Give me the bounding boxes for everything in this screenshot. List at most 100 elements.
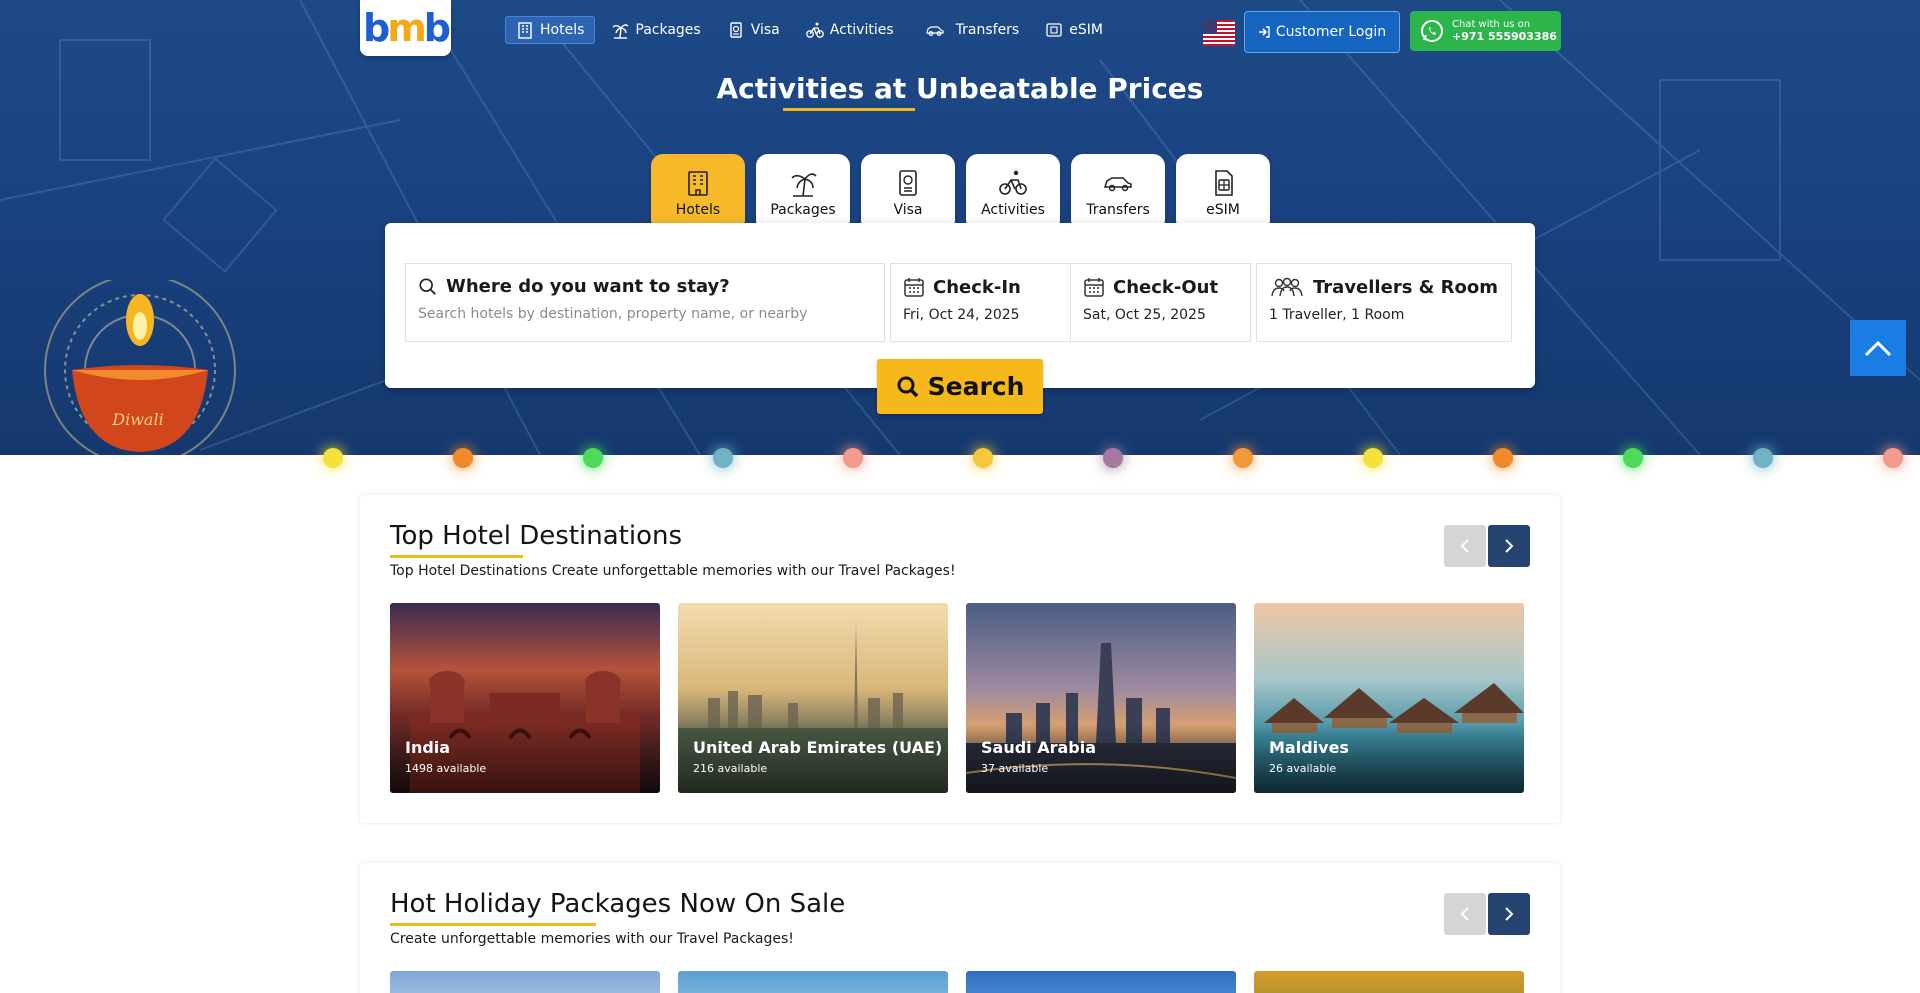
carousel-prev-button[interactable] [1444,893,1486,935]
light-bulb [713,448,733,468]
package-card[interactable] [966,971,1236,993]
palm-tree-icon [791,173,817,197]
passport-icon [899,170,917,196]
brand-logo[interactable]: bmb [360,0,451,56]
card-overlay [966,723,1236,793]
package-card[interactable] [678,971,948,993]
destination-card-india[interactable]: India 1498 available [390,603,660,793]
nav-item-label: Visa [750,22,780,38]
destination-name: Saudi Arabia [981,738,1097,757]
destination-label: Where do you want to stay? [446,276,730,297]
tab-label: Transfers [1086,202,1150,218]
car-icon [1103,177,1132,192]
destination-count: 1498 available [405,762,487,775]
hotel-icon [688,171,708,196]
travellers-label-row: Travellers & Room [1269,276,1499,298]
chevron-right-icon [1505,907,1514,921]
hero-title-underline [783,108,915,111]
tab-label: Packages [770,202,836,218]
nav-item-esim[interactable]: eSIM [1035,16,1113,44]
whatsapp-phone: +971 555903386 [1452,30,1557,43]
whatsapp-icon [1421,20,1443,42]
customer-login-button[interactable]: Customer Login [1244,11,1400,53]
nav-item-packages[interactable]: Packages [601,16,710,44]
hero-title: Activities at Unbeatable Prices [0,72,1920,111]
card-overlay [390,723,660,793]
chevron-right-icon [1505,539,1514,553]
card-overlay [1254,723,1524,793]
card-overlay [678,723,948,793]
nav-item-label: Hotels [540,22,585,38]
destination-name: India [405,738,451,757]
checkin-field[interactable]: Check-In Fri, Oct 24, 2025 [890,263,1071,342]
nav-item-hotels[interactable]: Hotels [505,16,596,44]
destination-card-saudi-arabia[interactable]: Saudi Arabia 37 available [966,603,1236,793]
tab-esim[interactable]: eSIM [1176,154,1270,230]
light-bulb [453,448,473,468]
section-subtitle: Top Hotel Destinations Create unforgetta… [390,563,956,579]
whatsapp-text: Chat with us on +971 555903386 [1452,19,1557,43]
tab-hotels[interactable]: Hotels [651,154,745,230]
light-bulb [1103,448,1123,468]
hotel-icon [518,22,532,39]
section-title: Top Hotel Destinations [390,521,683,551]
tab-activities[interactable]: Activities [966,154,1060,230]
search-button[interactable]: Search [877,359,1043,414]
chevron-left-icon [1460,539,1469,553]
section-title-underline [390,555,523,558]
destination-label-row: Where do you want to stay? [418,276,872,297]
sim-card-icon [1215,170,1233,196]
light-bulb [583,448,603,468]
carousel-next-button[interactable] [1488,893,1530,935]
travellers-field[interactable]: Travellers & Room 1 Traveller, 1 Room [1256,263,1512,342]
chevron-left-icon [1460,907,1469,921]
package-card[interactable] [1254,971,1524,993]
tab-label: eSIM [1206,202,1240,218]
tab-packages[interactable]: Packages [756,154,850,230]
package-card[interactable] [390,971,660,993]
destination-cards: India 1498 available United Arab Emirate… [390,603,1524,793]
light-bulb [1753,448,1773,468]
scroll-to-top-button[interactable] [1850,320,1906,376]
nav-item-label: eSIM [1069,22,1103,38]
destination-card-maldives[interactable]: Maldives 26 available [1254,603,1524,793]
nav-item-visa[interactable]: Visa [717,16,790,44]
section-title: Hot Holiday Packages Now On Sale [390,889,846,919]
destination-count: 216 available [693,762,768,775]
travellers-label: Travellers & Room [1313,276,1498,298]
search-category-tabs: Hotels Packages Visa Activities Transfer… [651,154,1270,230]
nav-item-label: Activities [829,22,894,38]
destination-count: 37 available [981,762,1049,775]
light-bulb [323,448,343,468]
tab-visa[interactable]: Visa [861,154,955,230]
nav-item-transfers[interactable]: Transfers [910,16,1030,44]
checkout-value: Sat, Oct 25, 2025 [1083,307,1206,323]
calendar-icon [904,278,924,297]
destination-field[interactable]: Where do you want to stay? Search hotels… [405,263,885,342]
carousel-next-button[interactable] [1488,525,1530,567]
whatsapp-chat-button[interactable]: Chat with us on +971 555903386 [1410,11,1561,51]
top-hotel-destinations-section: Top Hotel Destinations Top Hotel Destina… [360,495,1560,823]
carousel-prev-button[interactable] [1444,525,1486,567]
checkin-label-row: Check-In [903,276,1058,298]
destination-card-uae[interactable]: United Arab Emirates (UAE) 216 available [678,603,948,793]
destination-input[interactable]: Search hotels by destination, property n… [418,306,872,322]
search-button-label: Search [927,372,1025,401]
tab-label: Hotels [675,202,721,218]
diwali-lamp-decoration: Diwali [44,280,236,455]
main-nav: Hotels Packages Visa Activities Transfer… [505,16,1113,44]
light-bulb [973,448,993,468]
checkout-field[interactable]: Check-Out Sat, Oct 25, 2025 [1070,263,1251,342]
light-bulb [843,448,863,468]
tab-label: Visa [893,202,923,218]
svg-text:Diwali: Diwali [111,410,163,429]
nav-item-label: Packages [635,22,701,38]
logo-text: bmb [362,6,451,50]
section-title-underline [390,923,596,926]
login-label: Customer Login [1275,24,1387,40]
passport-icon [730,22,742,38]
tab-transfers[interactable]: Transfers [1071,154,1165,230]
us-flag-icon[interactable] [1203,20,1235,46]
nav-item-activities[interactable]: Activities [796,16,904,44]
section-subtitle: Create unforgettable memories with our T… [390,931,794,947]
